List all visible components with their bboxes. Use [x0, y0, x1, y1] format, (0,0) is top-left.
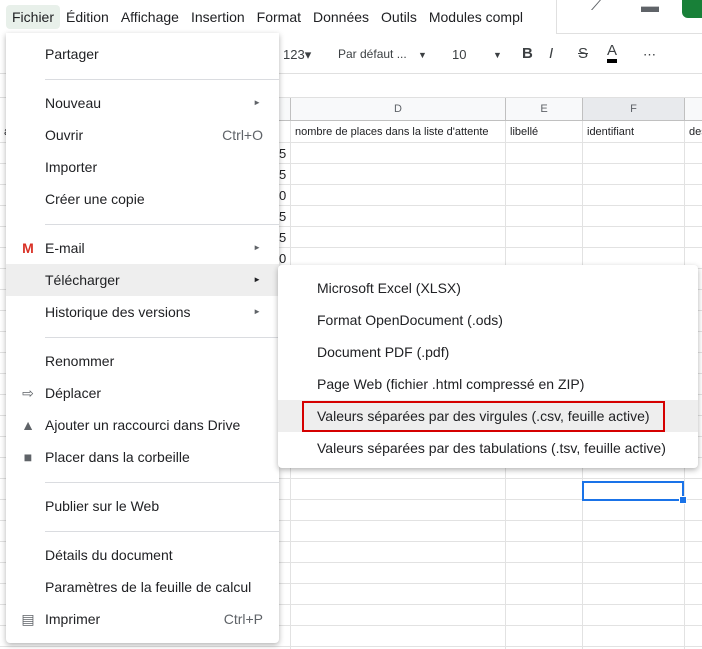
- menu-item-raccourci-drive[interactable]: ▲ Ajouter un raccourci dans Drive: [6, 409, 279, 441]
- column-header-d[interactable]: D: [291, 98, 506, 121]
- number-format-button[interactable]: 123▾: [283, 47, 311, 63]
- submenu-arrow-icon: ►: [253, 243, 261, 252]
- menu-format[interactable]: Format: [251, 5, 307, 29]
- menu-item-parametres[interactable]: Paramètres de la feuille de calcul: [6, 571, 279, 603]
- menu-insertion[interactable]: Insertion: [185, 5, 251, 29]
- chevron-down-icon[interactable]: ▼: [493, 50, 502, 60]
- divider: [45, 337, 279, 338]
- column-header-c[interactable]: [279, 98, 291, 121]
- selected-cell[interactable]: [582, 481, 687, 504]
- menu-item-imprimer[interactable]: ▤ Imprimer Ctrl+P: [6, 603, 279, 635]
- menu-item-deplacer[interactable]: ⇨ Déplacer: [6, 377, 279, 409]
- menu-item-label: Nouveau: [45, 95, 102, 111]
- menu-item-partager[interactable]: Partager: [6, 38, 279, 70]
- download-tsv[interactable]: Valeurs séparées par des tabulations (.t…: [278, 432, 698, 464]
- text-color-button[interactable]: A: [607, 43, 618, 63]
- divider: [45, 79, 279, 80]
- divider: [45, 531, 279, 532]
- trash-icon: ■: [23, 449, 33, 465]
- more-button[interactable]: ⋯: [643, 47, 656, 63]
- bold-button[interactable]: B: [522, 45, 533, 62]
- menu-item-email[interactable]: M E-mail ►: [6, 232, 279, 264]
- menu-item-label: Paramètres de la feuille de calcul: [45, 579, 252, 595]
- top-right-actions: ⟋ ▬: [556, 0, 702, 34]
- menu-item-ouvrir[interactable]: Ouvrir Ctrl+O: [6, 119, 279, 151]
- download-pdf[interactable]: Document PDF (.pdf): [278, 336, 698, 368]
- menu-item-label: Partager: [45, 46, 99, 62]
- menu-item-label: Télécharger: [45, 272, 120, 288]
- menu-item-label: Créer une copie: [45, 191, 145, 207]
- cell-value[interactable]: 5: [279, 209, 286, 224]
- menu-item-label: Importer: [45, 159, 98, 175]
- download-ods[interactable]: Format OpenDocument (.ods): [278, 304, 698, 336]
- menu-item-creer-copie[interactable]: Créer une copie: [6, 183, 279, 215]
- menu-item-publier[interactable]: Publier sur le Web: [6, 490, 279, 522]
- file-menu: Partager Nouveau ► Ouvrir Ctrl+O Importer …: [6, 33, 279, 643]
- menu-item-telecharger[interactable]: Télécharger ►: [6, 264, 279, 296]
- cell-f1[interactable]: identifiant: [583, 122, 634, 143]
- menu-item-nouveau[interactable]: Nouveau ►: [6, 87, 279, 119]
- column-header-e[interactable]: E: [506, 98, 583, 121]
- menu-outils[interactable]: Outils: [375, 5, 423, 29]
- menu-item-label: Déplacer: [45, 385, 102, 401]
- gmail-icon: M: [22, 240, 34, 256]
- menu-modules[interactable]: Modules compl: [423, 5, 529, 29]
- cell-value[interactable]: 5: [279, 146, 286, 161]
- menu-item-label: E-mail: [45, 240, 85, 256]
- move-folder-icon: ⇨: [22, 385, 34, 401]
- activity-icon[interactable]: ⟋: [591, 0, 604, 15]
- cell-value[interactable]: 0: [279, 188, 286, 203]
- font-size-select[interactable]: 10: [452, 47, 466, 62]
- download-xlsx[interactable]: Microsoft Excel (XLSX): [278, 272, 698, 304]
- divider: [45, 224, 279, 225]
- menu-item-renommer[interactable]: Renommer: [6, 345, 279, 377]
- comment-icon[interactable]: ▬: [641, 0, 659, 17]
- menu-item-label: Publier sur le Web: [45, 498, 160, 514]
- cell-value[interactable]: 0: [279, 251, 286, 266]
- share-button[interactable]: [682, 0, 702, 18]
- print-icon: ▤: [21, 611, 35, 627]
- menu-item-label: Ajouter un raccourci dans Drive: [45, 417, 241, 433]
- font-select[interactable]: Par défaut ...: [338, 47, 407, 61]
- shortcut: Ctrl+P: [223, 611, 263, 627]
- menu-item-label: Détails du document: [45, 547, 173, 563]
- divider: [45, 482, 279, 483]
- menu-item-label: Ouvrir: [45, 127, 84, 143]
- menu-item-label: Renommer: [45, 353, 115, 369]
- menu-item-label: Placer dans la corbeille: [45, 449, 190, 465]
- submenu-arrow-icon: ►: [253, 98, 261, 107]
- menu-item-corbeille[interactable]: ■ Placer dans la corbeille: [6, 441, 279, 473]
- column-header-g[interactable]: [685, 98, 702, 121]
- italic-button[interactable]: I: [549, 45, 553, 62]
- menu-bar: Fichier Édition Affichage Insertion Form…: [0, 0, 556, 34]
- menu-item-details[interactable]: Détails du document: [6, 539, 279, 571]
- cell-value[interactable]: 5: [279, 230, 286, 245]
- chevron-down-icon[interactable]: ▼: [418, 50, 427, 60]
- cell-e1[interactable]: libellé: [506, 122, 538, 143]
- drive-shortcut-icon: ▲: [21, 417, 35, 433]
- shortcut: Ctrl+O: [222, 127, 263, 143]
- cell-g1[interactable]: des: [685, 122, 702, 143]
- highlight-box: [302, 401, 665, 432]
- download-submenu: Microsoft Excel (XLSX) Format OpenDocume…: [278, 265, 698, 468]
- menu-donnees[interactable]: Données: [307, 5, 375, 29]
- menu-fichier[interactable]: Fichier: [6, 5, 61, 29]
- menu-item-label: Historique des versions: [45, 304, 191, 320]
- submenu-arrow-icon: ►: [253, 307, 261, 316]
- submenu-arrow-icon: ►: [253, 275, 261, 284]
- menu-item-label: Imprimer: [45, 611, 101, 627]
- menu-item-importer[interactable]: Importer: [6, 151, 279, 183]
- column-header-f[interactable]: F: [583, 98, 685, 121]
- cell-d1[interactable]: nombre de places dans la liste d'attente: [291, 122, 506, 143]
- cell-value[interactable]: 5: [279, 167, 286, 182]
- menu-item-historique[interactable]: Historique des versions ►: [6, 296, 279, 328]
- download-html-zip[interactable]: Page Web (fichier .html compressé en ZIP…: [278, 368, 698, 400]
- strikethrough-button[interactable]: S: [578, 45, 588, 62]
- menu-affichage[interactable]: Affichage: [115, 5, 185, 29]
- menu-edition[interactable]: Édition: [60, 5, 115, 29]
